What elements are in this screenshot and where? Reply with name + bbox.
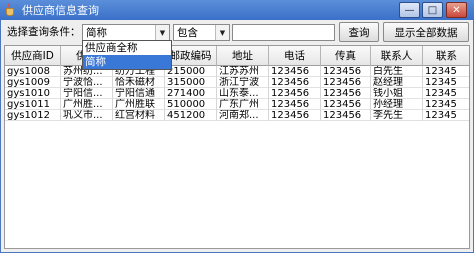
table-cell: gys1010	[5, 88, 61, 99]
table-cell: gys1012	[5, 110, 61, 121]
column-header[interactable]: 邮政编码	[165, 46, 217, 66]
table-cell: 12345	[423, 88, 469, 99]
supplier-table[interactable]: 供应商ID供应邮政编码地址电话传真联系人联系 gys1008苏州纺...纺万工程…	[4, 45, 470, 249]
window-title: 供应商信息查询	[22, 4, 99, 17]
close-button[interactable]: ✕	[446, 2, 467, 18]
table-cell: 123456	[269, 77, 321, 88]
java-cup-icon	[4, 3, 18, 17]
minimize-button[interactable]: —	[399, 2, 420, 18]
operator-combo-value: 包含	[177, 27, 198, 39]
table-cell: 巩义市...	[61, 110, 113, 121]
field-combo-value: 简称	[86, 27, 107, 39]
table-cell: 215000	[165, 66, 217, 77]
table-cell: 浙江宁波	[217, 77, 269, 88]
table-cell: 123456	[269, 99, 321, 110]
field-dropdown-list[interactable]: 供应商全称 简称	[82, 40, 172, 70]
table-cell: 广东广州	[217, 99, 269, 110]
column-header[interactable]: 联系人	[371, 46, 423, 66]
table-cell: 孙经理	[371, 99, 423, 110]
column-header[interactable]: 供应商ID	[5, 46, 61, 66]
table-cell: 钱小姐	[371, 88, 423, 99]
table-cell: 123456	[269, 110, 321, 121]
dropdown-option[interactable]: 简称	[83, 55, 171, 69]
dropdown-option[interactable]: 供应商全称	[83, 41, 171, 55]
title-bar: 供应商信息查询 — □ ✕	[0, 0, 474, 20]
table-cell: 123456	[321, 99, 371, 110]
table-cell: gys1009	[5, 77, 61, 88]
search-button[interactable]: 查询	[339, 22, 379, 42]
table-cell: 宁阳信通	[113, 88, 165, 99]
operator-combo[interactable]: 包含 ▼	[173, 24, 230, 41]
table-cell: gys1011	[5, 99, 61, 110]
search-input[interactable]	[232, 24, 335, 41]
table-cell: 山东泰...	[217, 88, 269, 99]
table-cell: 宁阳信...	[61, 88, 113, 99]
table-cell: gys1008	[5, 66, 61, 77]
table-cell: 宁波恰...	[61, 77, 113, 88]
table-cell: 123456	[269, 66, 321, 77]
column-header[interactable]: 联系	[423, 46, 469, 66]
column-header[interactable]: 地址	[217, 46, 269, 66]
query-condition-label: 选择查询条件：	[7, 26, 81, 38]
chevron-down-icon[interactable]: ▼	[155, 25, 169, 40]
table-row[interactable]: gys1012 巩义市... 红宫材料 451200 河南郑... 123456 12345…	[5, 110, 469, 121]
table-cell: 123456	[321, 77, 371, 88]
table-row[interactable]: gys1011 广州胜... 广州胜联 510000 广东广州 123456 123456 孙…	[5, 99, 469, 110]
table-body: gys1008 苏州纺... 纺万工程 215000 江苏苏州 123456 123456 白…	[5, 66, 469, 121]
table-cell: 123456	[321, 110, 371, 121]
table-cell: 广州胜联	[113, 99, 165, 110]
table-cell: 12345	[423, 110, 469, 121]
chevron-down-icon[interactable]: ▼	[215, 25, 229, 40]
table-cell: 赵经理	[371, 77, 423, 88]
maximize-button[interactable]: □	[422, 2, 443, 18]
table-cell: 李先生	[371, 110, 423, 121]
table-cell: 江苏苏州	[217, 66, 269, 77]
table-row[interactable]: gys1009 宁波恰... 恰禾磁材 315000 浙江宁波 123456 123456 赵…	[5, 77, 469, 88]
table-cell: 12345	[423, 66, 469, 77]
table-cell: 12345	[423, 99, 469, 110]
table-header: 供应商ID供应邮政编码地址电话传真联系人联系	[5, 46, 469, 66]
table-cell: 123456	[269, 88, 321, 99]
table-cell: 271400	[165, 88, 217, 99]
column-header[interactable]: 电话	[269, 46, 321, 66]
table-row[interactable]: gys1008 苏州纺... 纺万工程 215000 江苏苏州 123456 123456 白…	[5, 66, 469, 77]
table-cell: 451200	[165, 110, 217, 121]
column-header[interactable]: 传真	[321, 46, 371, 66]
table-cell: 白先生	[371, 66, 423, 77]
table-cell: 123456	[321, 66, 371, 77]
table-cell: 恰禾磁材	[113, 77, 165, 88]
show-all-button[interactable]: 显示全部数据	[383, 22, 469, 42]
table-cell: 红宫材料	[113, 110, 165, 121]
table-cell: 315000	[165, 77, 217, 88]
field-combo[interactable]: 简称 ▼	[82, 24, 170, 41]
table-cell: 12345	[423, 77, 469, 88]
table-cell: 510000	[165, 99, 217, 110]
table-row[interactable]: gys1010 宁阳信... 宁阳信通 271400 山东泰... 123456 12345…	[5, 88, 469, 99]
table-cell: 广州胜...	[61, 99, 113, 110]
table-cell: 123456	[321, 88, 371, 99]
table-cell: 河南郑...	[217, 110, 269, 121]
